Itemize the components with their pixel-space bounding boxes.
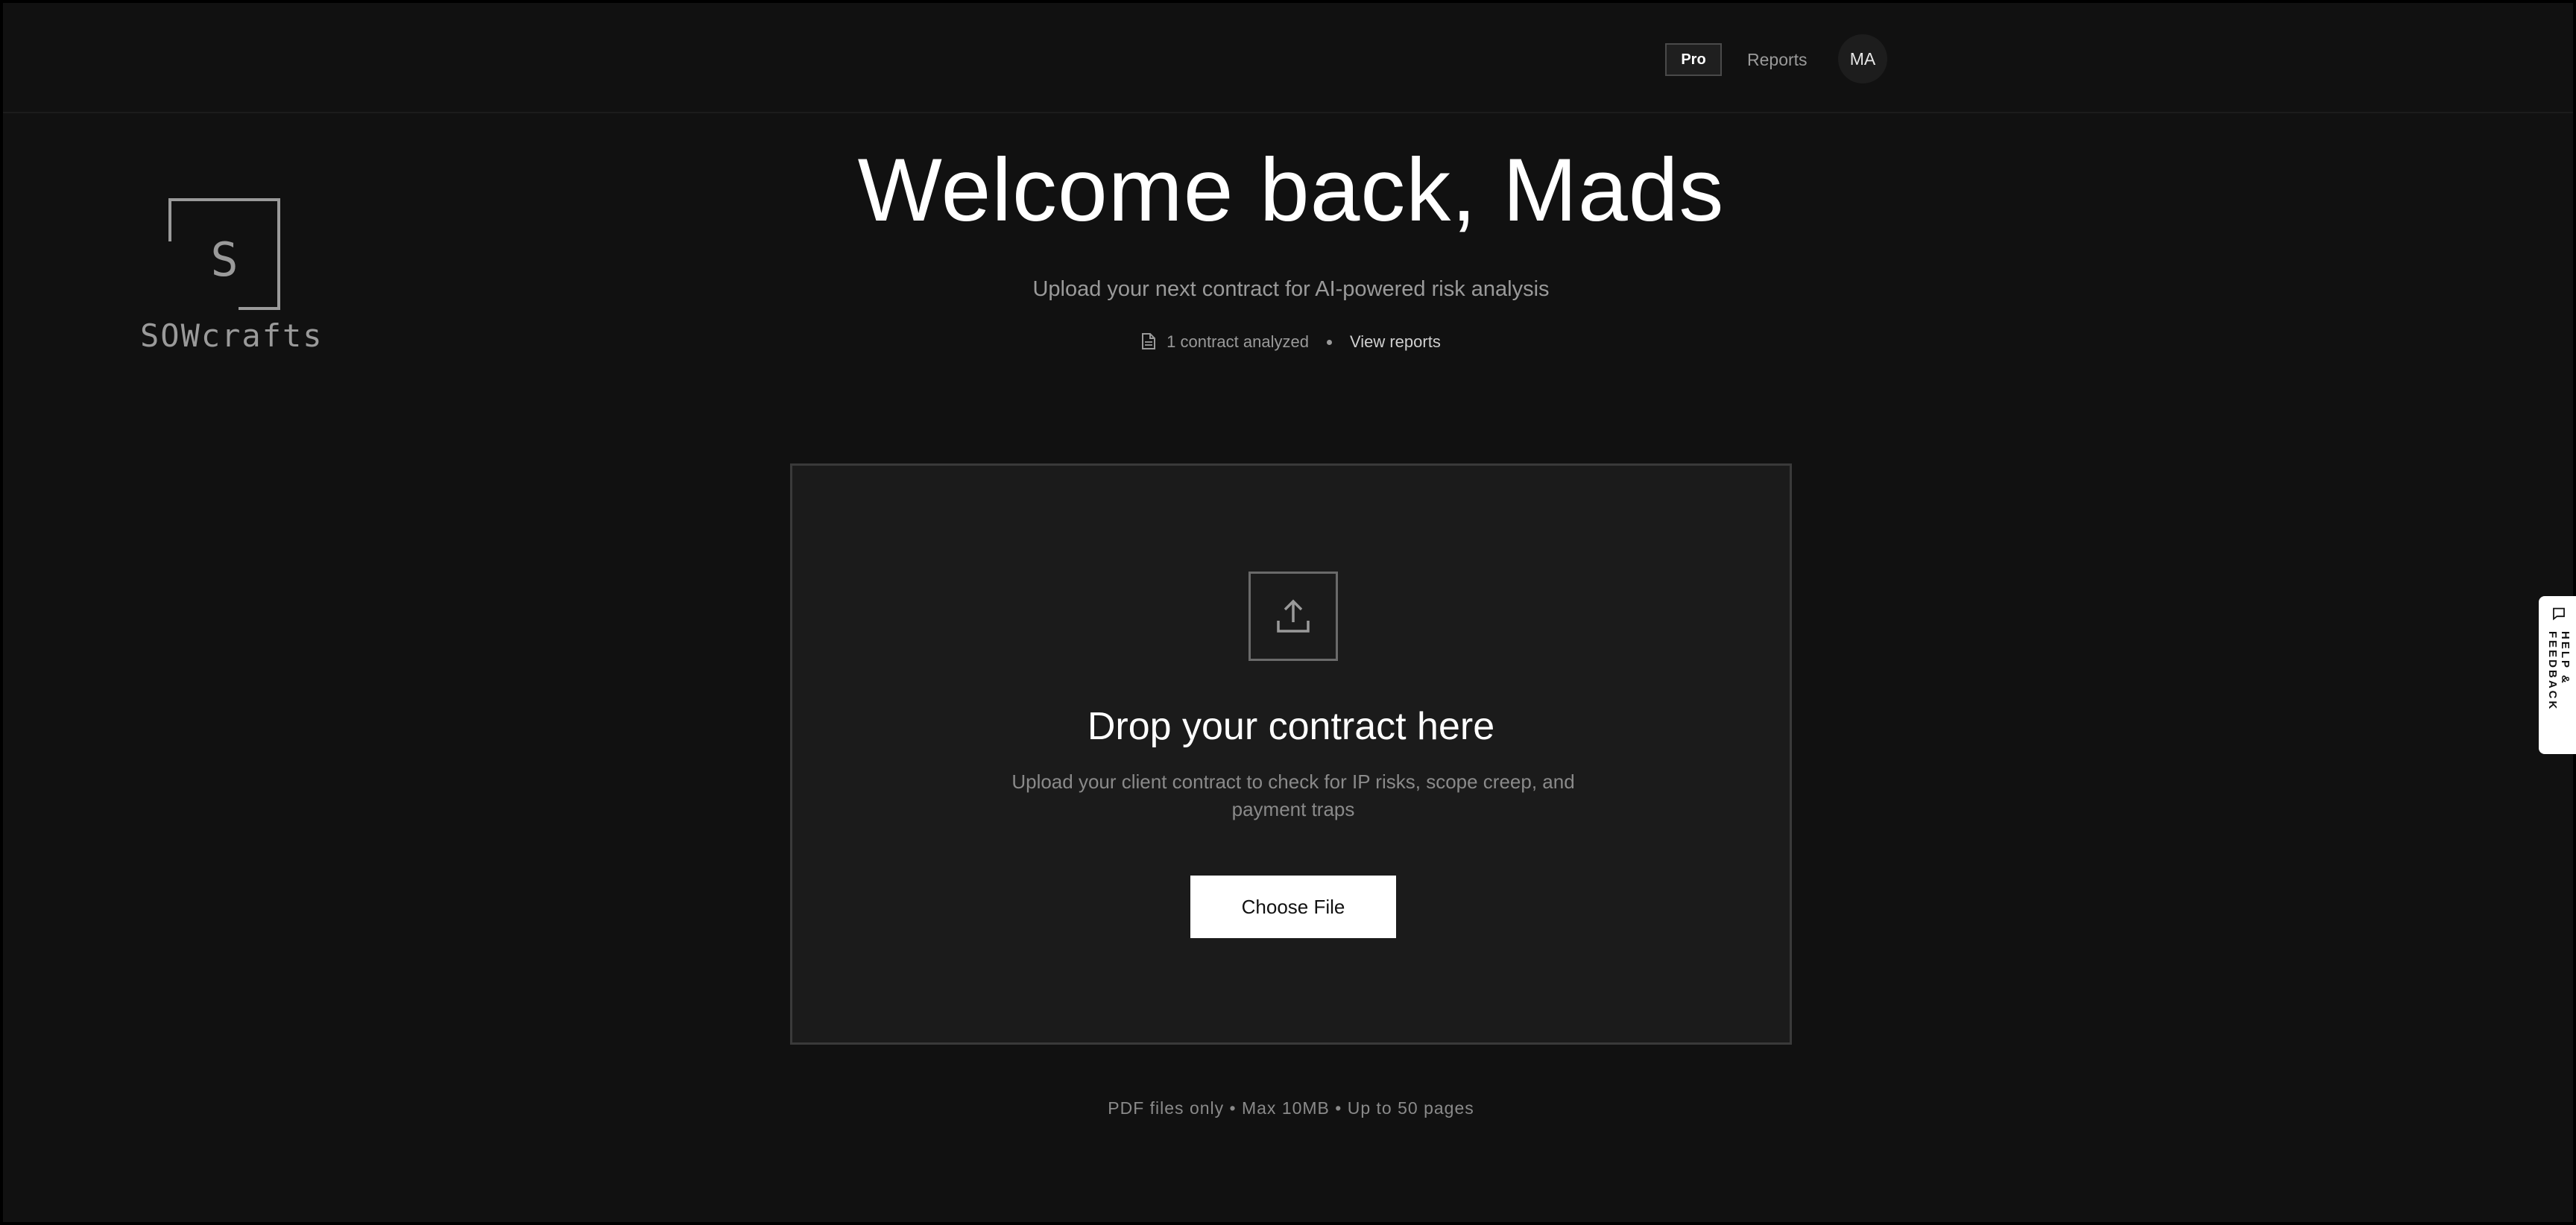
- nav-reports-link[interactable]: Reports: [1747, 43, 1808, 76]
- dropzone-description: Upload your client contract to check for…: [1011, 770, 1575, 820]
- contracts-analyzed-count: 1 contract analyzed: [1167, 332, 1309, 351]
- help-feedback-label: HELP & FEEDBACK: [2546, 631, 2572, 712]
- dropzone-title: Drop your contract here: [1087, 705, 1495, 748]
- welcome-title: Welcome back, Mads: [857, 140, 1725, 240]
- document-icon: [1141, 332, 1158, 352]
- view-reports-link[interactable]: View reports: [1350, 332, 1441, 352]
- contract-dropzone[interactable]: Drop your contract here Upload your clie…: [790, 463, 1792, 1045]
- pro-plan-badge: Pro: [1665, 43, 1722, 76]
- user-avatar[interactable]: MA: [1838, 34, 1887, 83]
- contract-stats-row: 1 contract analyzed View reports: [3, 332, 2576, 352]
- top-header: Pro Reports MA: [3, 3, 2573, 113]
- upload-icon: [1248, 572, 1338, 661]
- chat-bubble-icon: [2553, 607, 2565, 621]
- separator-dot: [1326, 339, 1332, 345]
- app-window: Pro Reports MA S SOWcrafts Welcome back,…: [0, 0, 2576, 1225]
- file-requirements-note: PDF files only • Max 10MB • Up to 50 pag…: [1108, 1098, 1474, 1118]
- choose-file-button[interactable]: Choose File: [1190, 876, 1396, 938]
- welcome-subtitle: Upload your next contract for AI-powered…: [1032, 277, 1550, 301]
- help-feedback-tab[interactable]: HELP & FEEDBACK: [2539, 596, 2576, 754]
